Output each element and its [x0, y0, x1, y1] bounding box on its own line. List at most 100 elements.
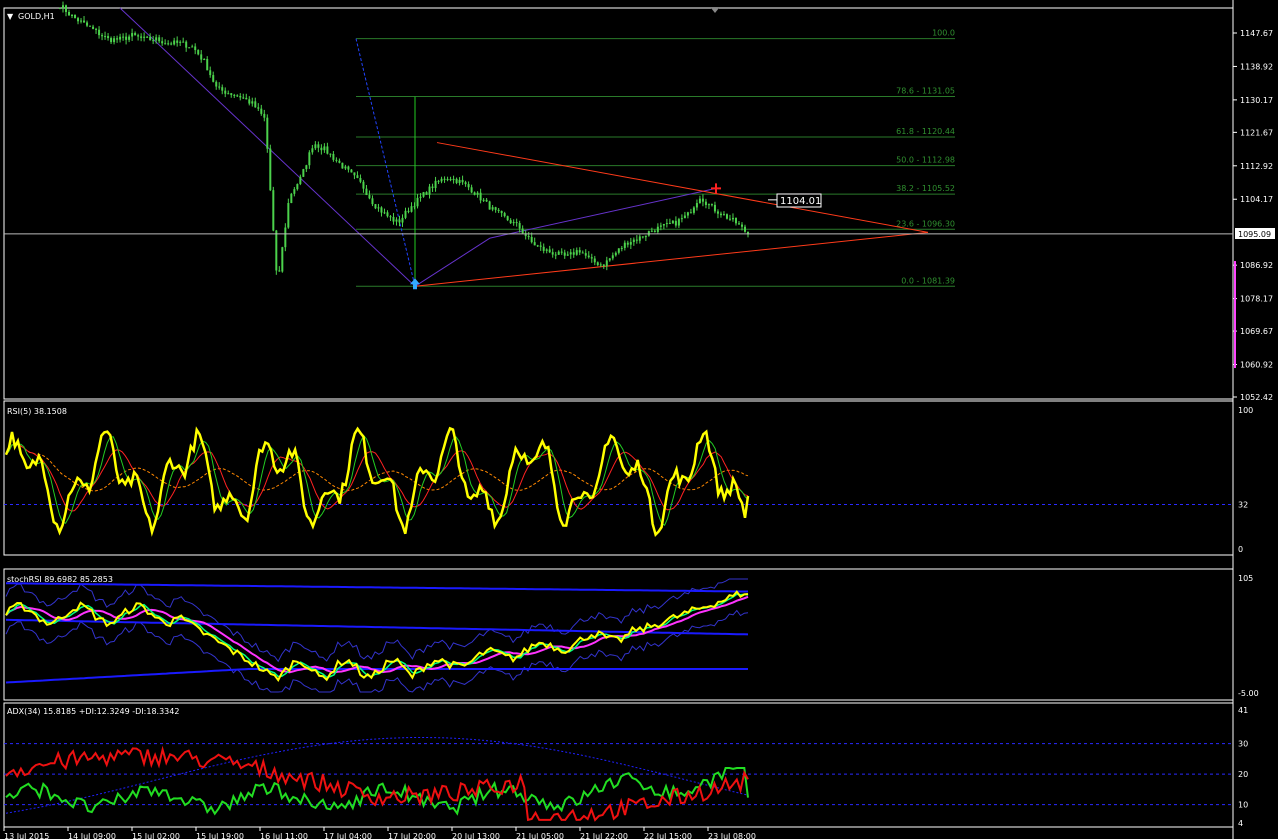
- rsi-layer: [4, 426, 1233, 537]
- candle-body: [134, 33, 137, 36]
- candle-body: [470, 187, 473, 193]
- time-tick-label: 15 Jul 19:00: [196, 832, 244, 839]
- candle-body: [158, 37, 161, 42]
- price-marker-label: 1104.01: [780, 196, 821, 207]
- candle-body: [251, 101, 254, 104]
- candle-body: [494, 207, 497, 210]
- buy-arrow-icon: [410, 278, 420, 290]
- candle-body: [485, 199, 488, 202]
- candle-body: [455, 178, 458, 183]
- candle-body: [740, 224, 743, 227]
- candle-body: [98, 29, 101, 36]
- chart-menu-arrow-icon[interactable]: ▼: [7, 12, 14, 21]
- candle-body: [689, 212, 692, 214]
- candle-body: [338, 160, 341, 163]
- candle-body: [503, 213, 506, 217]
- candle-body: [167, 43, 170, 45]
- candle-body: [413, 206, 416, 208]
- price-tick-label: 1112.92: [1240, 162, 1273, 171]
- fib-level-label: 78.6 - 1131.05: [896, 87, 955, 96]
- candle-body: [242, 97, 245, 99]
- scroll-marker-icon[interactable]: [711, 8, 719, 13]
- time-tick-label: 23 Jul 08:00: [708, 832, 756, 839]
- candle-body: [113, 38, 116, 43]
- candle-body: [347, 166, 350, 170]
- candle-body: [188, 47, 191, 49]
- candle-body: [647, 231, 650, 236]
- candle-body: [500, 210, 503, 214]
- rsi-fast-ma: [5, 434, 749, 526]
- candle-body: [125, 36, 128, 40]
- price-tick-label: 1069.67: [1240, 327, 1273, 336]
- candle-body: [254, 101, 257, 108]
- candle-body: [722, 214, 725, 216]
- candle-body: [407, 210, 410, 212]
- main-title: GOLD,H1: [18, 12, 55, 21]
- candle-body: [227, 93, 230, 95]
- candle-body: [302, 169, 305, 177]
- fib-level-label: 61.8 - 1120.44: [896, 127, 955, 136]
- time-tick-label: 22 Jul 15:00: [644, 832, 692, 839]
- candle-body: [473, 192, 476, 195]
- candle-body: [371, 198, 374, 205]
- candle-body: [221, 87, 224, 91]
- candle-body: [602, 264, 605, 267]
- candle-body: [233, 94, 236, 96]
- candle-body: [257, 107, 260, 109]
- stoch-top-band: [5, 582, 748, 593]
- time-tick-label: 17 Jul 04:00: [324, 832, 372, 839]
- candle-body: [662, 223, 665, 226]
- candle-body: [449, 179, 452, 181]
- candle-body: [275, 230, 278, 271]
- fib-level-label: 23.6 - 1096.30: [896, 219, 955, 228]
- time-tick-label: 17 Jul 20:00: [388, 832, 436, 839]
- candle-body: [77, 18, 80, 22]
- candle-body: [341, 162, 344, 169]
- rsi-tick-label: 0: [1238, 545, 1243, 554]
- candle-body: [224, 90, 227, 94]
- candle-body: [299, 176, 302, 185]
- candle-body: [566, 254, 569, 256]
- fib-level-label: 100.0: [932, 29, 955, 38]
- candle-body: [443, 178, 446, 180]
- candle-body: [230, 93, 233, 95]
- candle-body: [344, 166, 347, 169]
- candle-body: [104, 36, 107, 38]
- candle-body: [311, 148, 314, 153]
- candle-body: [710, 204, 713, 206]
- candle-body: [518, 223, 521, 229]
- candle-body: [380, 207, 383, 213]
- candle-body: [563, 252, 566, 256]
- candle-body: [356, 175, 359, 179]
- candle-body: [743, 226, 746, 232]
- candle-body: [716, 211, 719, 214]
- triangle-layer: [410, 142, 929, 290]
- candle-body: [317, 144, 320, 148]
- fib-level-label: 50.0 - 1112.98: [896, 156, 955, 165]
- stoch-title: stochRSI 89.6982 85.2853: [7, 575, 113, 584]
- adx-title: ADX(34) 15.8185 +DI:12.3249 -DI:18.3342: [7, 707, 179, 716]
- candle-body: [290, 193, 293, 204]
- candle-body: [728, 218, 731, 220]
- candle-body: [365, 188, 368, 196]
- candle-body: [92, 26, 95, 29]
- rsi-title: RSI(5) 38.1508: [7, 407, 67, 416]
- candle-body: [644, 235, 647, 238]
- candle-body: [107, 36, 110, 39]
- rsi-panel-frame: [3, 400, 1234, 556]
- candle-body: [572, 252, 575, 255]
- candle-body: [410, 206, 413, 212]
- candle-body: [323, 146, 326, 151]
- candle-body: [440, 178, 443, 182]
- candle-body: [488, 201, 491, 210]
- candle-body: [137, 35, 140, 37]
- candle-body: [698, 198, 701, 204]
- candle-body: [617, 248, 620, 253]
- candle-body: [428, 186, 431, 195]
- stoch-tick-label: 105: [1238, 574, 1253, 583]
- candle-body: [620, 247, 623, 249]
- candle-body: [656, 226, 659, 232]
- candle-body: [497, 209, 500, 211]
- candle-body: [737, 223, 740, 225]
- candle-body: [545, 249, 548, 251]
